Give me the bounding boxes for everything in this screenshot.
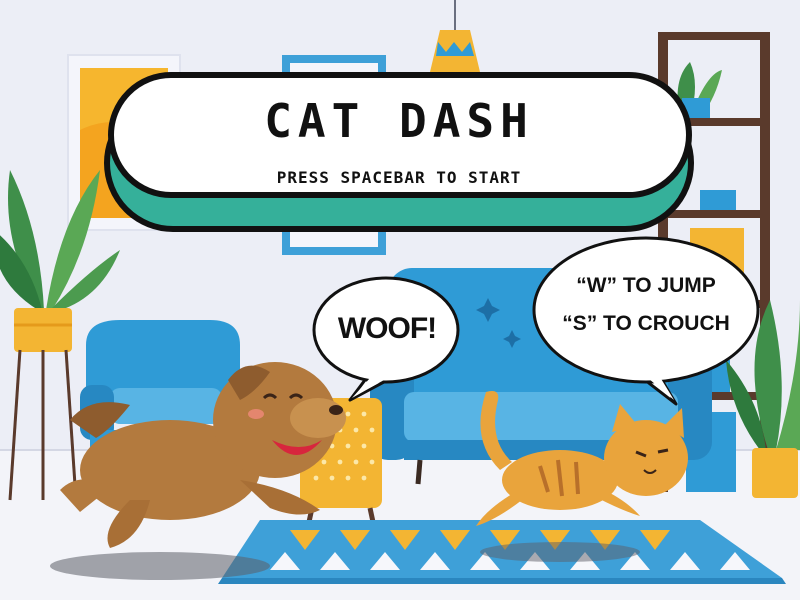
start-prompt: PRESS SPACEBAR TO START [276, 168, 522, 187]
dog-speech-text: WOOF! [337, 312, 437, 345]
jump-control-hint: “W” TO JUMP [576, 274, 716, 297]
game-title: CAT DASH [264, 94, 534, 148]
title-banner: CAT DASH PRESS SPACEBAR TO START [104, 72, 694, 232]
crouch-control-hint: “S” TO CROUCH [562, 312, 730, 335]
